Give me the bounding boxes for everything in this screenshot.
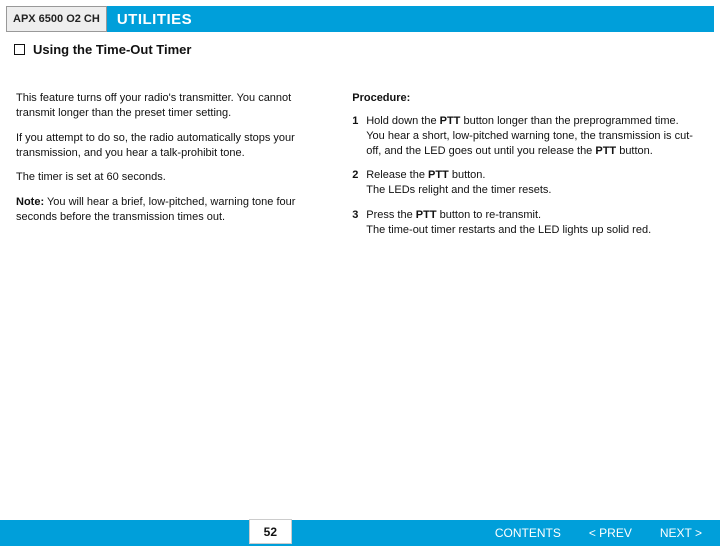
procedure-label: Procedure:: [352, 91, 704, 106]
step-text: button longer than the preprogrammed tim…: [460, 115, 678, 127]
step-text: button to re-transmit.: [437, 209, 542, 221]
step-text: Release the: [366, 169, 428, 181]
procedure-step: 1 Hold down the PTT button longer than t…: [352, 114, 704, 159]
step-text: button.: [616, 145, 653, 157]
step-text: The time-out timer restarts and the LED …: [366, 224, 651, 236]
section-heading: Using the Time-Out Timer: [14, 42, 706, 57]
ptt-term: PTT: [428, 169, 449, 181]
description-column: This feature turns off your radio's tran…: [16, 91, 346, 248]
step-text: Hold down the: [366, 115, 439, 127]
note-body: You will hear a brief, low-pitched, warn…: [16, 196, 295, 223]
header-title: UTILITIES: [107, 6, 202, 32]
page-number-wrap: 52: [0, 522, 360, 544]
contents-link[interactable]: CONTENTS: [495, 526, 561, 540]
step-body: Release the PTT button. The LEDs relight…: [366, 168, 704, 198]
step-body: Press the PTT button to re-transmit. The…: [366, 208, 704, 238]
next-link[interactable]: NEXT >: [660, 526, 702, 540]
step-number: 1: [352, 114, 366, 159]
step-number: 3: [352, 208, 366, 238]
step-number: 2: [352, 168, 366, 198]
step-text: The LEDs relight and the timer resets.: [366, 184, 551, 196]
step-text: Press the: [366, 209, 416, 221]
section-heading-text: Using the Time-Out Timer: [33, 42, 191, 57]
page-number: 52: [249, 519, 292, 544]
footer-bar: 52 CONTENTS < PREV NEXT >: [0, 520, 720, 546]
description-note: Note: You will hear a brief, low-pitched…: [16, 195, 332, 225]
ptt-term: PTT: [416, 209, 437, 221]
ptt-term: PTT: [595, 145, 616, 157]
step-text: button.: [449, 169, 486, 181]
checkbox-icon: [14, 44, 25, 55]
procedure-step: 2 Release the PTT button. The LEDs relig…: [352, 168, 704, 198]
prev-link[interactable]: < PREV: [589, 526, 632, 540]
model-badge: APX 6500 O2 CH: [6, 6, 107, 32]
step-body: Hold down the PTT button longer than the…: [366, 114, 704, 159]
description-para-2: If you attempt to do so, the radio autom…: [16, 131, 332, 161]
ptt-term: PTT: [440, 115, 461, 127]
description-para-3: The timer is set at 60 seconds.: [16, 170, 332, 185]
procedure-column: Procedure: 1 Hold down the PTT button lo…: [346, 91, 704, 248]
footer-links: CONTENTS < PREV NEXT >: [495, 526, 720, 540]
header-bar: APX 6500 O2 CH UTILITIES: [6, 6, 714, 32]
content-area: This feature turns off your radio's tran…: [16, 91, 704, 248]
description-para-1: This feature turns off your radio's tran…: [16, 91, 332, 121]
note-label: Note:: [16, 196, 44, 208]
procedure-step: 3 Press the PTT button to re-transmit. T…: [352, 208, 704, 238]
